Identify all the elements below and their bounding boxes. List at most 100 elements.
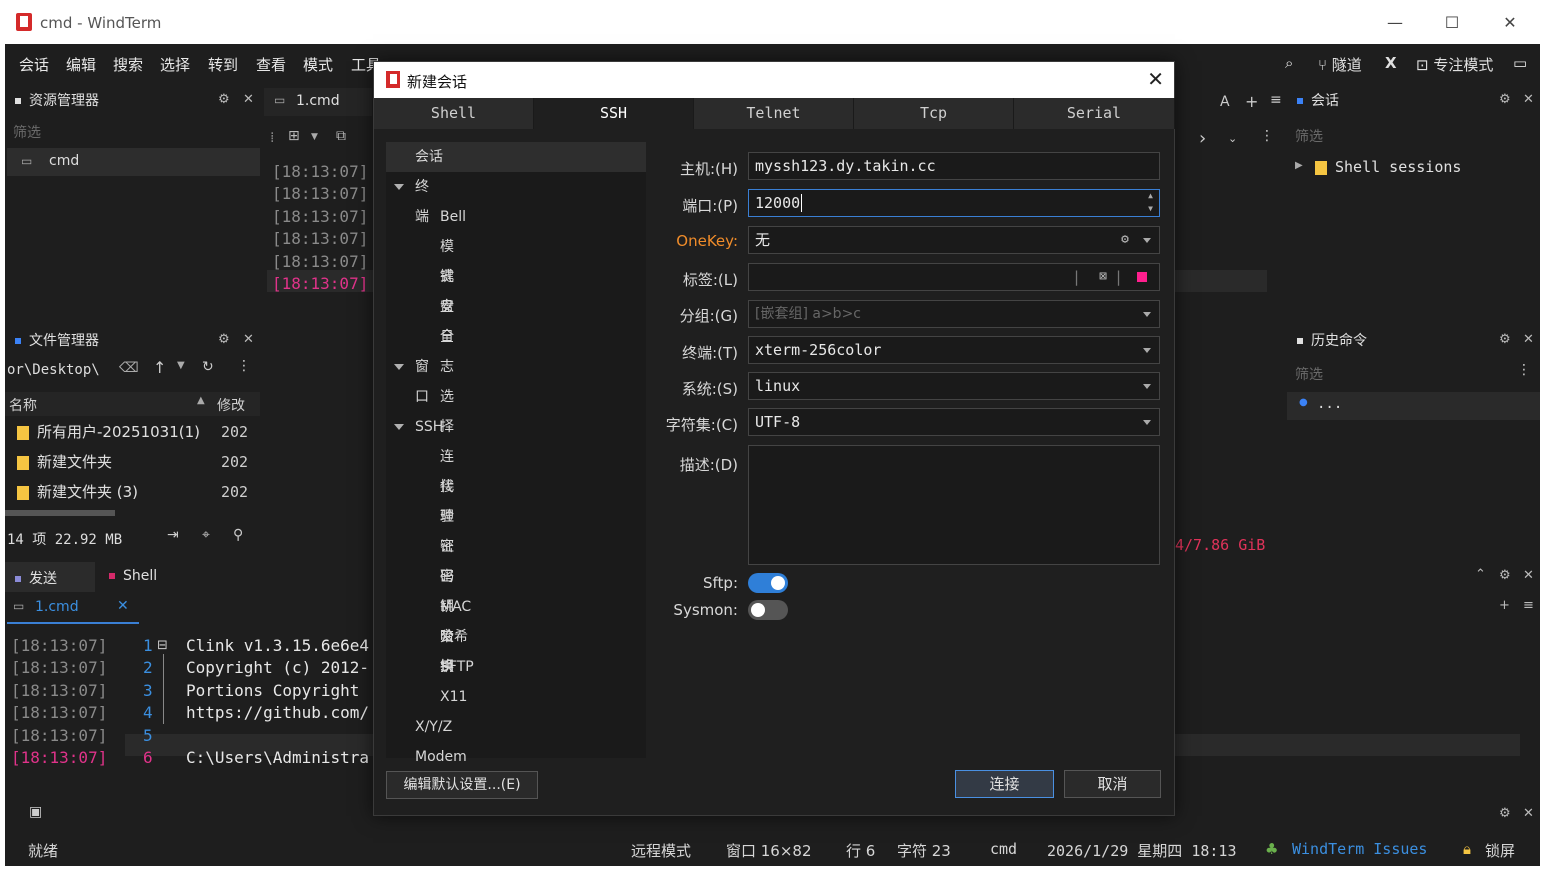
menu-search[interactable]: 搜索 [113, 54, 143, 75]
history-filter-input[interactable]: 筛选 [1295, 364, 1323, 384]
onekey-select[interactable]: 无 ⚙ [748, 226, 1160, 254]
gear-icon[interactable]: ⚙ [1499, 806, 1511, 821]
path-input[interactable]: or\Desktop\ [7, 362, 100, 378]
col-name-header[interactable]: 名称 [9, 395, 37, 415]
location-icon[interactable]: ⌖ [202, 527, 210, 543]
tab-tcp[interactable]: Tcp [854, 98, 1014, 129]
color-swatch-icon[interactable] [1137, 272, 1147, 282]
status-remote-mode[interactable]: 远程模式 [631, 840, 691, 861]
system-select[interactable]: linux [748, 372, 1160, 400]
tab-1-cmd[interactable]: ▭ 1.cmd [264, 88, 372, 116]
desc-textarea[interactable] [748, 445, 1160, 565]
close-panel-icon[interactable]: ✕ [243, 332, 254, 347]
search-icon[interactable]: ⌕ [1285, 54, 1293, 72]
tab-shell[interactable]: Shell [109, 568, 157, 584]
split-icon[interactable]: ⧉ [336, 128, 346, 144]
close-panel-icon[interactable]: ✕ [1523, 806, 1534, 821]
horizontal-scrollbar[interactable] [5, 510, 115, 516]
menu-goto[interactable]: 转到 [208, 54, 238, 75]
session-item[interactable]: Shell sessions [1315, 158, 1461, 176]
edit-defaults-button[interactable]: 编辑默认设置...(E) [386, 771, 538, 799]
group-select[interactable]: [嵌套组] a>b>c [748, 300, 1160, 328]
tab-telnet[interactable]: Telnet [694, 98, 854, 129]
tab-shell[interactable]: Shell [374, 98, 534, 129]
focus-mode-button[interactable]: ⊡ 专注模式 [1416, 54, 1493, 75]
chevron-right-icon[interactable]: › [1199, 128, 1206, 149]
charset-select[interactable]: UTF-8 [748, 408, 1160, 436]
refresh-icon[interactable]: ↻ [202, 359, 214, 375]
term-select[interactable]: xterm-256color [748, 336, 1160, 364]
menu-icon[interactable]: ≡ [1523, 598, 1534, 613]
menu-select[interactable]: 选择 [160, 54, 190, 75]
tab-ssh[interactable]: SSH [534, 98, 694, 129]
gear-icon[interactable]: ⚙ [1121, 227, 1129, 253]
gear-icon[interactable]: ⚙ [218, 92, 230, 107]
route-icon[interactable]: ⚲ [233, 527, 243, 543]
gear-icon[interactable]: ⚙ [1499, 332, 1511, 347]
menu-edit[interactable]: 编辑 [66, 54, 96, 75]
layout-icon[interactable]: ▭ [1513, 54, 1527, 72]
close-tab-icon[interactable]: ✕ [117, 598, 129, 614]
tab-serial[interactable]: Serial [1014, 98, 1175, 129]
cancel-button[interactable]: 取消 [1064, 770, 1161, 798]
file-row[interactable]: 新建文件夹 202 [17, 451, 260, 479]
status-shell[interactable]: cmd [990, 840, 1017, 858]
file-row[interactable]: 新建文件夹 (3) 202 [17, 481, 260, 509]
tree-item[interactable]: 会话 [386, 142, 646, 172]
add-icon[interactable]: + [1499, 598, 1510, 613]
explorer-item-cmd[interactable]: ▭ cmd [7, 148, 260, 176]
gear-icon[interactable]: ⚙ [1499, 92, 1511, 107]
port-stepper[interactable]: 12000 ▲ ▼ [748, 189, 1160, 217]
font-icon[interactable]: A [1220, 94, 1230, 110]
gear-icon[interactable]: ⚙ [1499, 568, 1511, 583]
host-input[interactable]: myssh123.dy.takin.cc [748, 152, 1160, 180]
panel-toggle-icon[interactable]: ▣ [29, 804, 42, 820]
close-panel-icon[interactable]: ✕ [1523, 332, 1534, 347]
chevron-down-icon[interactable]: ▼ [311, 132, 318, 142]
file-row[interactable]: 所有用户-20251031(1) 202 [17, 421, 260, 449]
gear-icon[interactable]: ⚙ [218, 332, 230, 347]
more-icon[interactable]: ⋮ [1517, 362, 1531, 378]
clear-path-icon[interactable]: ⌫ [119, 360, 139, 376]
expand-icon[interactable]: ▶ [1295, 160, 1303, 171]
subtab-1-cmd[interactable]: ▭ 1.cmd ✕ [7, 596, 139, 624]
lock-screen-button[interactable]: 锁屏 [1485, 840, 1515, 861]
close-panel-icon[interactable]: ✕ [1523, 92, 1534, 107]
more-icon[interactable]: ⋮ [237, 358, 251, 374]
close-button[interactable]: ✕ [1490, 8, 1530, 38]
menu-mode[interactable]: 模式 [303, 54, 333, 75]
chevron-down-icon[interactable] [394, 184, 404, 190]
tag-input[interactable]: | ⊠ | [748, 263, 1160, 291]
chevron-down-icon[interactable] [394, 364, 404, 370]
stepper-up-icon[interactable]: ▲ [1148, 190, 1153, 202]
connect-button[interactable]: 连接 [955, 770, 1054, 798]
chevron-down-icon[interactable]: ⌄ [1228, 132, 1237, 145]
stepper-down-icon[interactable]: ▼ [1148, 203, 1153, 215]
new-tab-icon[interactable]: ⊞ [288, 128, 300, 144]
maximize-button[interactable]: ☐ [1432, 8, 1472, 38]
x-button[interactable]: X [1385, 54, 1397, 72]
menu-session[interactable]: 会话 [19, 54, 49, 75]
history-item[interactable]: ● ... [1287, 392, 1540, 420]
close-panel-icon[interactable]: ✕ [243, 92, 254, 107]
close-panel-icon[interactable]: ✕ [1523, 568, 1534, 583]
fold-icon[interactable]: ⊟ [157, 638, 168, 653]
clear-color-icon[interactable]: ⊠ [1099, 264, 1107, 290]
sysmon-toggle[interactable] [748, 600, 788, 620]
up-arrow-icon[interactable]: ↑ [153, 358, 166, 377]
issues-link[interactable]: WindTerm Issues [1292, 840, 1427, 858]
sftp-toggle[interactable] [748, 573, 788, 593]
explorer-filter-input[interactable]: 筛选 [13, 122, 41, 142]
more-icon[interactable]: ⋮ [1260, 128, 1274, 144]
tunnel-button[interactable]: ⑂ 隧道 [1318, 54, 1362, 75]
tab-send[interactable]: 发送 [5, 562, 95, 592]
export-icon[interactable]: ⇥ [167, 527, 179, 543]
menu-icon[interactable]: ≡ [1270, 92, 1282, 108]
chevron-down-icon[interactable]: ▼ [177, 360, 185, 371]
menu-view[interactable]: 查看 [256, 54, 286, 75]
add-icon[interactable]: + [1245, 92, 1258, 111]
collapse-icon[interactable]: ⌃ [1475, 567, 1486, 582]
col-mod-header[interactable]: 修改 [217, 395, 245, 415]
chevron-down-icon[interactable] [394, 424, 404, 430]
minimize-button[interactable]: — [1375, 8, 1415, 38]
